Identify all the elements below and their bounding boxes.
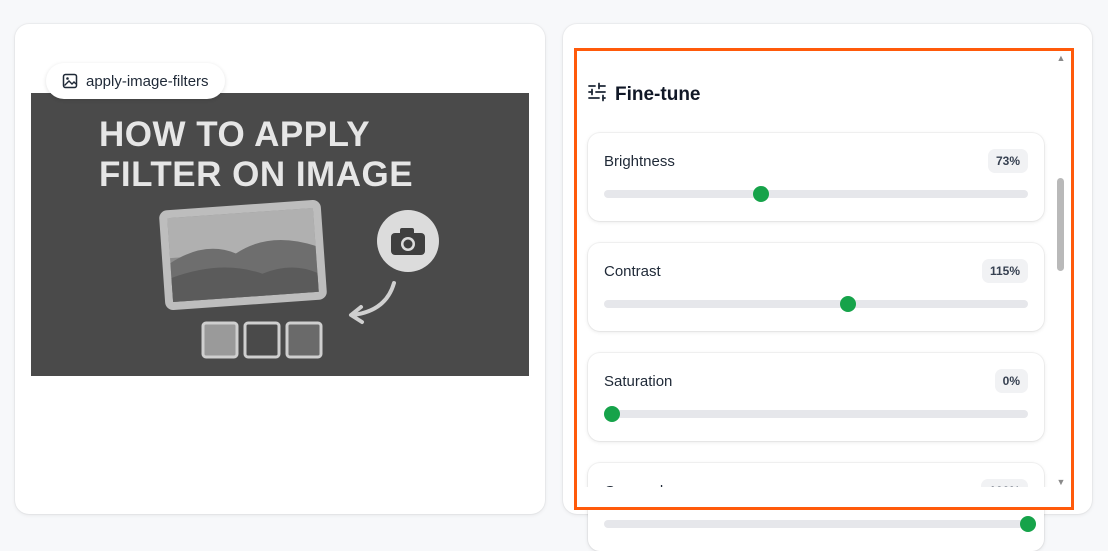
slider-track[interactable]	[604, 296, 1028, 312]
image-illustration	[159, 200, 439, 359]
slider-handle[interactable]	[604, 406, 621, 422]
slider-card-saturation: Saturation 0%	[588, 353, 1044, 441]
slider-label: Saturation	[604, 373, 673, 390]
slider-track[interactable]	[604, 186, 1028, 202]
scrollbar-thumb[interactable]	[1057, 178, 1064, 271]
slider-value-badge: 0%	[994, 369, 1028, 393]
slider-card-brightness: Brightness 73%	[588, 133, 1044, 221]
slider-label: Brightness	[604, 153, 675, 170]
panel-title: Fine-tune	[615, 84, 701, 105]
slider-handle[interactable]	[752, 186, 769, 202]
slider-value-badge: 73%	[987, 149, 1028, 173]
triangle-down-icon[interactable]: ▼	[1054, 476, 1068, 488]
filename-label: apply-image-filters	[86, 72, 209, 90]
image-icon	[62, 73, 78, 89]
panel-header: Fine-tune	[587, 82, 701, 108]
slider-track[interactable]	[604, 516, 1036, 532]
sliders-icon	[587, 82, 607, 108]
scrollbar[interactable]: ▲ ▼	[1054, 52, 1068, 488]
scroll-clip	[577, 487, 1071, 508]
filename-chip: apply-image-filters	[46, 63, 225, 99]
image-preview: HOW TO APPLY FILTER ON IMAGE	[31, 93, 529, 376]
slider-card-contrast: Contrast 115%	[588, 243, 1044, 331]
slider-handle[interactable]	[839, 296, 856, 312]
slider-handle[interactable]	[1020, 516, 1036, 532]
triangle-up-icon[interactable]: ▲	[1054, 52, 1068, 64]
slider-track[interactable]	[604, 406, 1028, 422]
slider-value-badge: 115%	[981, 259, 1028, 283]
slider-label: Contrast	[604, 263, 661, 280]
